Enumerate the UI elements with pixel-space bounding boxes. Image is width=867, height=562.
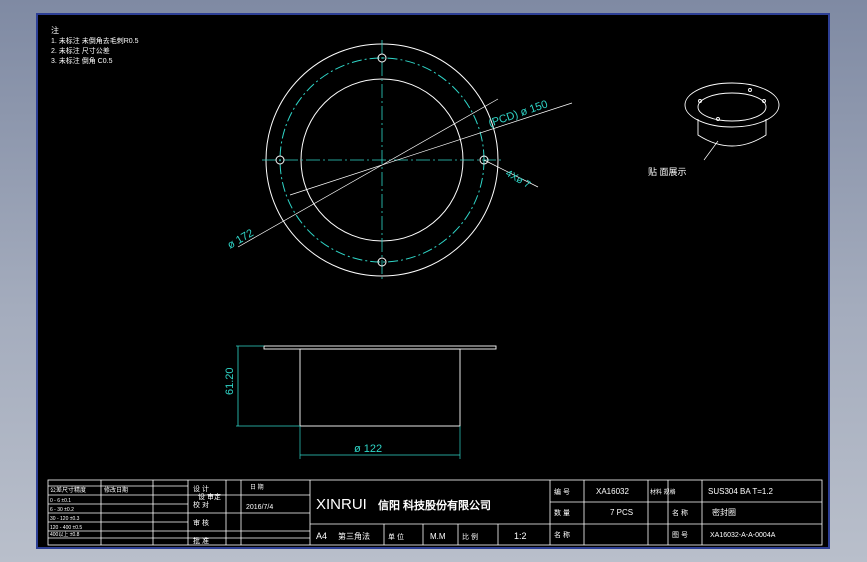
company-name-en: XINRUI xyxy=(316,496,367,513)
design-label: 设 计 xyxy=(193,484,209,493)
date-header: 日 期 xyxy=(250,483,264,491)
isometric-view xyxy=(684,82,780,161)
top-view xyxy=(237,40,573,280)
hole-label: 4Xø 7 xyxy=(504,168,533,191)
tol-row-2: 6 - 30 ±0.2 xyxy=(50,507,74,513)
quantity: 7 PCS xyxy=(610,508,633,517)
drawing-date: 2016/7/4 xyxy=(246,504,273,511)
note-line-3: 3. 未标注 倒角 C0.5 xyxy=(51,56,113,65)
title-block-text: 公差尺寸精度 修改日期 0 - 6 ±0.1 6 - 30 ±0.2 30 - … xyxy=(50,483,776,545)
outer-diameter-leader xyxy=(237,98,499,248)
code-label: 编 号 xyxy=(554,487,570,496)
note-line-1: 1. 未标注 未倒角去毛刺R0.5 xyxy=(51,36,139,45)
notes-block: 注 1. 未标注 未倒角去毛刺R0.5 2. 未标注 尺寸公差 3. 未标注 倒… xyxy=(51,25,139,65)
tol-row-3: 30 - 120 ±0.3 xyxy=(50,516,80,522)
drawing-number: XA16032-A-A-0004A xyxy=(710,532,776,539)
material-value: SUS304 BA T=1.2 xyxy=(708,487,774,496)
outer-diameter-label: ø 172 xyxy=(226,227,256,251)
part-name-label: 名 称 xyxy=(672,508,688,517)
tolerance-header: 公差尺寸精度 xyxy=(50,486,86,494)
name-label: 名 称 xyxy=(554,530,570,539)
company-name-cn: 信阳 科技股份有限公司 xyxy=(378,498,491,512)
check-label: 校 对 xyxy=(193,500,209,509)
drawn-by: 设 审定 xyxy=(198,492,221,501)
projection-angle: 第三角法 xyxy=(338,531,370,541)
cylinder-body xyxy=(299,348,461,427)
unit-label: 单 位 xyxy=(388,532,404,541)
tol-row-5: 400以上 ±0.8 xyxy=(50,531,80,538)
notes-title: 注 xyxy=(51,25,59,35)
material-label: 材料 规格 xyxy=(650,488,676,496)
dwg-label: 图 号 xyxy=(672,531,688,539)
qty-label: 数 量 xyxy=(554,508,570,517)
height-label: 61.20 xyxy=(224,367,236,395)
paper-size: A4 xyxy=(316,531,327,541)
tol-row-4: 120 - 400 ±0.5 xyxy=(50,525,82,531)
scale-value: 1:2 xyxy=(514,531,527,541)
part-name: 密封圈 xyxy=(712,507,736,517)
tol-row-1: 0 - 6 ±0.1 xyxy=(50,498,71,504)
review-label: 审 核 xyxy=(193,518,209,527)
drawing-sheet: 注 1. 未标注 未倒角去毛刺R0.5 2. 未标注 尺寸公差 3. 未标注 倒… xyxy=(36,13,830,549)
iso-caption: 贴 面展示 xyxy=(648,166,687,177)
approve-label: 批 准 xyxy=(193,536,209,545)
part-code: XA16032 xyxy=(596,487,629,496)
unit-value: M.M xyxy=(430,532,446,541)
side-diameter-label: ø 122 xyxy=(354,443,382,455)
scale-label: 比 例 xyxy=(462,532,478,541)
rev-header: 修改日期 xyxy=(104,486,128,494)
cad-drawing: 注 1. 未标注 未倒角去毛刺R0.5 2. 未标注 尺寸公差 3. 未标注 倒… xyxy=(47,25,823,546)
note-line-2: 2. 未标注 尺寸公差 xyxy=(51,46,110,55)
flange-edge xyxy=(263,345,497,350)
pcd-label: (PCD) ø 150 xyxy=(487,98,549,129)
